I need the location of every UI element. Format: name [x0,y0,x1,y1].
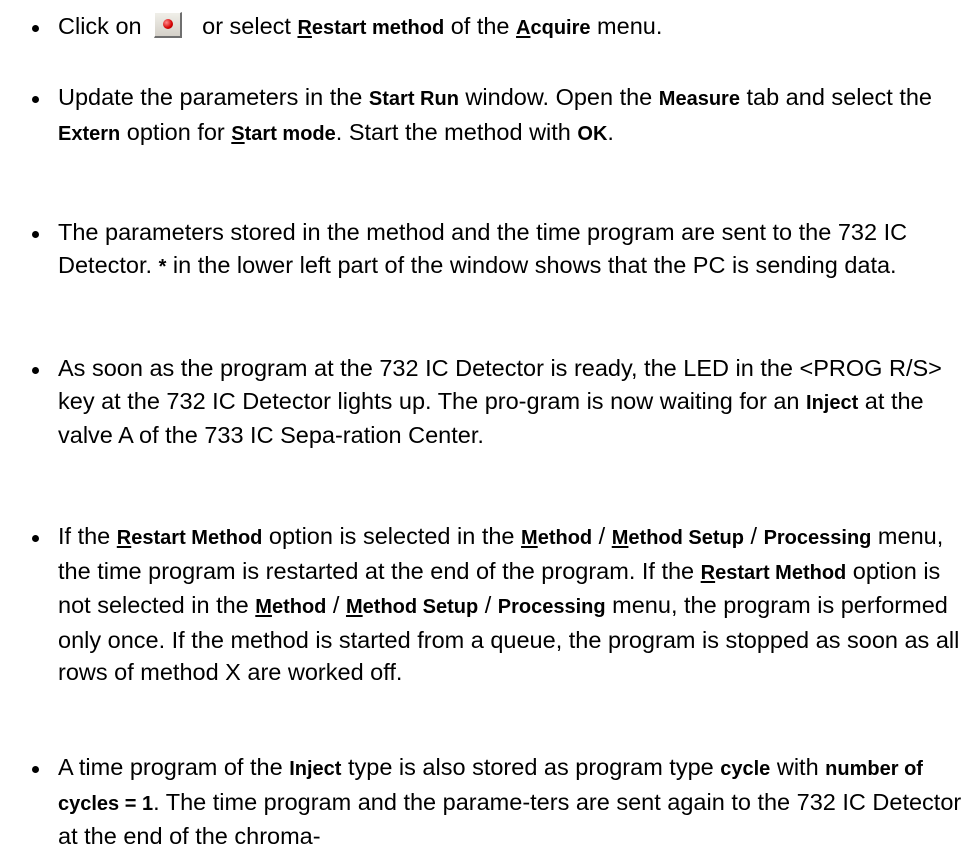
text-run: with [770,754,826,780]
text-run: / [743,523,764,549]
text-run: window. Open the [458,84,659,110]
ui-term: estart method [311,17,445,39]
red-dot-icon [162,19,173,29]
text-run: or select [195,13,298,39]
text-run: option is selected in the [262,523,522,549]
menu-accelerator-key: R [700,561,716,584]
text-run: If the [58,523,117,549]
ui-term: ethod [271,596,327,618]
menu-accelerator-key: S [231,122,245,145]
menu-accelerator-key: M [345,596,363,618]
ui-term: estart Method [131,527,263,549]
text-run: . The time program and the parame-ters a… [58,788,962,850]
ui-term: Inject [289,758,342,780]
bullet-icon [32,231,39,238]
menu-accelerator-key: A [516,17,531,39]
menu-accelerator-key: M [611,527,629,549]
text-run: in the lower left part of the window sho… [166,251,897,278]
paragraph: Update the parameters in the Start Run w… [58,81,968,150]
text-run: tab and select the [739,84,933,110]
paragraph: A time program of the Inject type is als… [58,751,968,853]
bullet-icon [32,96,39,103]
ui-term: cycle [720,758,771,780]
ui-term: ethod Setup [362,596,479,618]
text-run: menu. [590,13,663,39]
bullet-icon [32,25,39,32]
menu-accelerator-key: M [255,596,272,618]
bullet-icon [32,535,39,542]
paragraph: Click on or select Restart method of the… [58,10,968,45]
text-run: of the [444,13,517,39]
ui-term: Measure [658,88,740,110]
ui-term: Inject [806,391,859,414]
restart-method-button[interactable] [153,12,182,38]
ui-term: tart mode [244,122,336,145]
text-run: option for [120,118,232,145]
bullet-icon [32,367,39,374]
text-run: / [592,523,612,549]
text-run: type is also stored as program type [341,754,721,780]
text-run: A time program of the [58,754,290,780]
ui-term: OK [577,122,608,145]
ui-term: Processing [497,596,606,618]
ui-term: Extern [58,122,121,145]
paragraph: The parameters stored in the method and … [58,216,968,283]
text-run: Click on [58,13,142,39]
text-run: / [478,592,498,618]
ui-term: Processing [763,527,872,549]
text-run: Update the parameters in the [58,84,369,110]
bullet-icon [32,766,39,773]
menu-accelerator-key: M [521,527,538,549]
ui-term: estart Method [715,561,847,584]
paragraph: As soon as the program at the 732 IC Det… [58,352,968,452]
menu-accelerator-key: R [116,527,132,549]
text-run: . [607,118,614,145]
text-run: / [326,592,346,618]
ui-term: Start Run [368,88,459,110]
text-run: . Start the method with [335,118,578,145]
ui-term: ethod [537,527,593,549]
ui-term: ethod Setup [628,527,744,549]
menu-accelerator-key: R [297,17,312,39]
ui-term: cquire [530,17,591,39]
paragraph: If the Restart Method option is selected… [58,520,968,689]
